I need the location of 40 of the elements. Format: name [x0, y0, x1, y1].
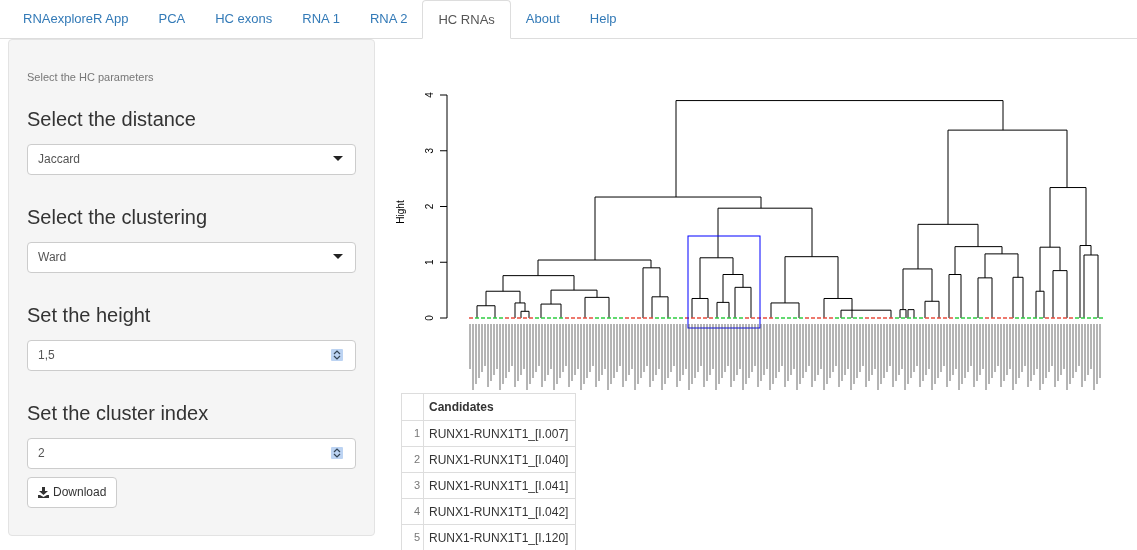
nav-tab[interactable]: RNAexploreR App	[8, 0, 144, 38]
caret-icon	[333, 254, 343, 260]
dropdown-field[interactable]: Ward	[27, 241, 356, 273]
row-index: 3	[401, 472, 424, 499]
nav-tab[interactable]: Help	[574, 0, 632, 38]
row-index: 1	[401, 420, 424, 447]
nav-tab[interactable]: RNA 2	[354, 0, 423, 38]
table-cell: RUNX1-RUNX1T1_[I.040]	[423, 446, 576, 473]
row-index: 5	[401, 524, 424, 550]
panel-caption: Select the HC parameters	[27, 70, 155, 85]
number-field[interactable]: 2	[27, 437, 356, 469]
dropdown-field[interactable]: Jaccard	[27, 143, 356, 175]
nav-tab[interactable]: RNA 1	[287, 0, 355, 38]
nav-tab[interactable]: HC exons	[200, 0, 288, 38]
table-cell	[401, 393, 424, 421]
column-header: Candidates	[423, 393, 576, 421]
row-index: 4	[401, 498, 424, 525]
tick-label: 3	[424, 147, 435, 154]
spinner-icon[interactable]	[331, 349, 343, 361]
download-icon	[38, 486, 49, 498]
tick-label: 4	[424, 92, 435, 98]
nav-tab[interactable]: PCA	[143, 0, 201, 38]
download-button[interactable]: Download	[27, 476, 118, 508]
number-field[interactable]: 1,5	[27, 339, 356, 371]
field-label: Set the height	[27, 303, 152, 326]
table-cell: RUNX1-RUNX1T1_[I.041]	[423, 472, 576, 499]
nav-tab[interactable]: HC RNAs	[422, 0, 511, 39]
field-label: Select the clustering	[27, 205, 209, 228]
spinner-icon[interactable]	[331, 447, 343, 459]
nav-tab[interactable]: About	[510, 0, 575, 38]
row-index: 2	[401, 446, 424, 473]
field-label: Select the distance	[27, 107, 197, 130]
tick-label: 0	[424, 315, 435, 321]
tick-label: 2	[424, 203, 435, 210]
table-cell: RUNX1-RUNX1T1_[I.007]	[423, 420, 576, 447]
caret-icon	[333, 156, 343, 162]
tick-label: 1	[424, 259, 435, 266]
table-cell: RUNX1-RUNX1T1_[I.042]	[423, 498, 576, 525]
axis-title: Hight	[395, 200, 406, 224]
field-label: Set the cluster index	[27, 401, 210, 424]
